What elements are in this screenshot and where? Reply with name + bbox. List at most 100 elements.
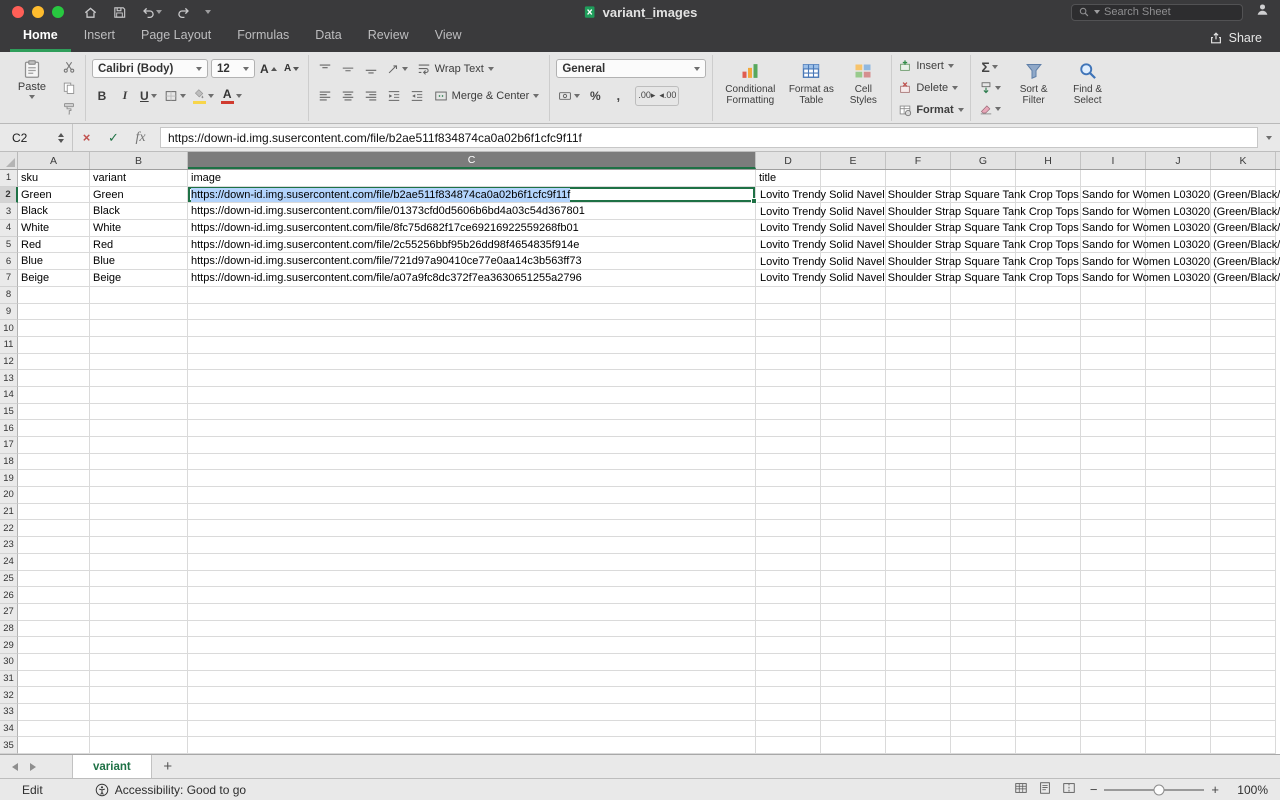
cell-I22[interactable]: [1081, 520, 1146, 537]
sort-filter-button[interactable]: Sort & Filter: [1011, 57, 1057, 119]
cell-C16[interactable]: [188, 420, 756, 437]
cell-E20[interactable]: [821, 487, 886, 504]
confirm-entry-button[interactable]: ✓: [100, 130, 127, 146]
cell-B7[interactable]: Beige: [90, 270, 188, 287]
cell-I18[interactable]: [1081, 454, 1146, 471]
cell-H25[interactable]: [1016, 571, 1081, 588]
cell-I17[interactable]: [1081, 437, 1146, 454]
row-header-21[interactable]: 21: [0, 504, 18, 521]
cell-B30[interactable]: [90, 654, 188, 671]
cell-D33[interactable]: [756, 704, 821, 721]
cell-A25[interactable]: [18, 571, 90, 588]
cell-B23[interactable]: [90, 537, 188, 554]
cell-B25[interactable]: [90, 571, 188, 588]
font-size-select[interactable]: 12: [211, 59, 255, 78]
cell-A31[interactable]: [18, 671, 90, 688]
cell-C8[interactable]: [188, 287, 756, 304]
cell-B16[interactable]: [90, 420, 188, 437]
cell-I9[interactable]: [1081, 304, 1146, 321]
ribbon-tab-page-layout[interactable]: Page Layout: [128, 23, 224, 52]
row-header-5[interactable]: 5: [0, 237, 18, 254]
column-header-F[interactable]: F: [886, 152, 951, 169]
cell-D27[interactable]: [756, 604, 821, 621]
cell-H21[interactable]: [1016, 504, 1081, 521]
cell-C33[interactable]: [188, 704, 756, 721]
cell-D21[interactable]: [756, 504, 821, 521]
cell-C1[interactable]: image: [188, 170, 756, 187]
formula-input[interactable]: https://down-id.img.susercontent.com/fil…: [160, 127, 1258, 148]
cell-D34[interactable]: [756, 721, 821, 738]
cell-A6[interactable]: Blue: [18, 253, 90, 270]
decrease-font-size-button[interactable]: A: [282, 59, 302, 79]
cell-I25[interactable]: [1081, 571, 1146, 588]
cell-B14[interactable]: [90, 387, 188, 404]
cell-A17[interactable]: [18, 437, 90, 454]
page-layout-view-button[interactable]: [1038, 781, 1052, 798]
ribbon-tab-formulas[interactable]: Formulas: [224, 23, 302, 52]
cell-E35[interactable]: [821, 737, 886, 754]
cell-H20[interactable]: [1016, 487, 1081, 504]
cell-H32[interactable]: [1016, 687, 1081, 704]
cell-J18[interactable]: [1146, 454, 1211, 471]
cell-F10[interactable]: [886, 320, 951, 337]
cell-K21[interactable]: [1211, 504, 1276, 521]
cell-I10[interactable]: [1081, 320, 1146, 337]
cell-F26[interactable]: [886, 587, 951, 604]
cell-H19[interactable]: [1016, 470, 1081, 487]
cell-C12[interactable]: [188, 354, 756, 371]
cell-D22[interactable]: [756, 520, 821, 537]
wrap-text-button[interactable]: Wrap Text: [413, 59, 498, 79]
close-window-button[interactable]: [12, 6, 24, 18]
cell-H9[interactable]: [1016, 304, 1081, 321]
cell-I35[interactable]: [1081, 737, 1146, 754]
cell-A10[interactable]: [18, 320, 90, 337]
cell-J17[interactable]: [1146, 437, 1211, 454]
cell-B3[interactable]: Black: [90, 203, 188, 220]
cell-C22[interactable]: [188, 520, 756, 537]
cell-F24[interactable]: [886, 554, 951, 571]
cell-K10[interactable]: [1211, 320, 1276, 337]
cell-K11[interactable]: [1211, 337, 1276, 354]
font-name-select[interactable]: Calibri (Body): [92, 59, 208, 78]
cell-G23[interactable]: [951, 537, 1016, 554]
cell-I8[interactable]: [1081, 287, 1146, 304]
cell-I14[interactable]: [1081, 387, 1146, 404]
cell-B35[interactable]: [90, 737, 188, 754]
cell-C30[interactable]: [188, 654, 756, 671]
cell-G12[interactable]: [951, 354, 1016, 371]
cell-B34[interactable]: [90, 721, 188, 738]
cell-D11[interactable]: [756, 337, 821, 354]
cell-C21[interactable]: [188, 504, 756, 521]
cell-H29[interactable]: [1016, 637, 1081, 654]
cell-F21[interactable]: [886, 504, 951, 521]
merge-center-button[interactable]: Merge & Center: [430, 86, 544, 106]
cell-A35[interactable]: [18, 737, 90, 754]
cell-D20[interactable]: [756, 487, 821, 504]
cell-A34[interactable]: [18, 721, 90, 738]
add-sheet-button[interactable]: +: [152, 755, 184, 778]
cell-A18[interactable]: [18, 454, 90, 471]
cell-H28[interactable]: [1016, 621, 1081, 638]
cell-C19[interactable]: [188, 470, 756, 487]
cell-J11[interactable]: [1146, 337, 1211, 354]
name-box-stepper[interactable]: [58, 133, 64, 143]
increase-decimal-button[interactable]: .00▸: [636, 87, 657, 105]
cell-F25[interactable]: [886, 571, 951, 588]
zoom-slider[interactable]: [1104, 789, 1204, 791]
search-input[interactable]: Search Sheet: [1071, 4, 1243, 21]
align-center-button[interactable]: [338, 86, 358, 106]
row-header-16[interactable]: 16: [0, 420, 18, 437]
normal-view-button[interactable]: [1014, 781, 1028, 798]
cell-G34[interactable]: [951, 721, 1016, 738]
cell-F14[interactable]: [886, 387, 951, 404]
cell-E31[interactable]: [821, 671, 886, 688]
column-header-G[interactable]: G: [951, 152, 1016, 169]
cell-E23[interactable]: [821, 537, 886, 554]
zoom-window-button[interactable]: [52, 6, 64, 18]
cell-D1[interactable]: title: [756, 170, 821, 187]
cell-C25[interactable]: [188, 571, 756, 588]
cell-G1[interactable]: [951, 170, 1016, 187]
cell-J34[interactable]: [1146, 721, 1211, 738]
align-middle-button[interactable]: [338, 59, 358, 79]
cell-D10[interactable]: [756, 320, 821, 337]
